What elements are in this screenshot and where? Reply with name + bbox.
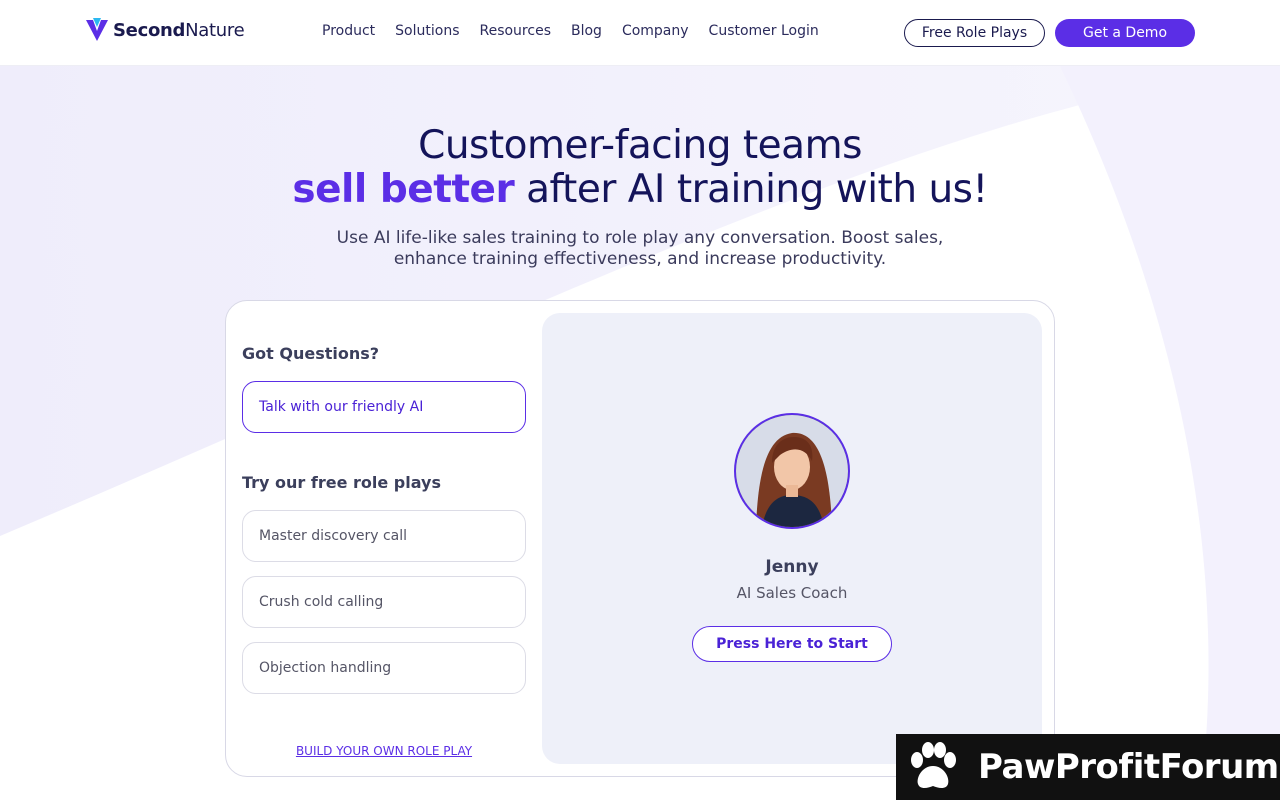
logo-icon: [86, 18, 108, 41]
nav-product[interactable]: Product: [322, 23, 375, 39]
questions-title: Got Questions?: [242, 344, 380, 363]
nav-solutions[interactable]: Solutions: [395, 23, 459, 39]
nav-blog[interactable]: Blog: [571, 23, 602, 39]
watermark-text: PawProfitForum: [978, 747, 1279, 787]
coach-portrait-image: [736, 415, 848, 527]
nav-customer-login[interactable]: Customer Login: [709, 23, 819, 39]
subtitle-line-2: enhance training effectiveness, and incr…: [393, 249, 887, 269]
build-own-roleplay-link[interactable]: BUILD YOUR OWN ROLE PLAY: [242, 744, 526, 758]
brand-logo[interactable]: SecondNature: [85, 17, 245, 43]
hero-headline: Customer-facing teams sell better after …: [0, 124, 1280, 212]
headline-line-1: Customer-facing teams: [418, 123, 862, 168]
headline-line-2: after AI training with us!: [514, 167, 988, 212]
coach-name: Jenny: [765, 557, 819, 577]
talk-with-ai-button[interactable]: Talk with our friendly AI: [242, 381, 526, 433]
roleplay-option-objection[interactable]: Objection handling: [242, 642, 526, 694]
watermark: PawProfitForum: [896, 734, 1280, 800]
subtitle-line-1: Use AI life-like sales training to role …: [336, 228, 944, 248]
site-header: SecondNature Product Solutions Resources…: [0, 0, 1280, 66]
free-role-plays-button[interactable]: Free Role Plays: [904, 19, 1045, 47]
hero-subtitle: Use AI life-like sales training to role …: [300, 228, 980, 270]
coach-avatar: [734, 413, 850, 529]
headline-accent: sell better: [292, 167, 515, 212]
main-nav: Product Solutions Resources Blog Company…: [322, 23, 839, 39]
roleplay-option-discovery[interactable]: Master discovery call: [242, 510, 526, 562]
paw-icon: [911, 742, 956, 788]
coach-panel: [542, 313, 1042, 764]
get-demo-button[interactable]: Get a Demo: [1055, 19, 1195, 47]
nav-company[interactable]: Company: [622, 23, 689, 39]
coach-role: AI Sales Coach: [736, 584, 848, 602]
brand-name: SecondNature: [113, 19, 245, 41]
press-to-start-button[interactable]: Press Here to Start: [692, 626, 892, 662]
roleplays-title: Try our free role plays: [242, 473, 441, 492]
roleplay-option-cold-calling[interactable]: Crush cold calling: [242, 576, 526, 628]
nav-resources[interactable]: Resources: [479, 23, 551, 39]
